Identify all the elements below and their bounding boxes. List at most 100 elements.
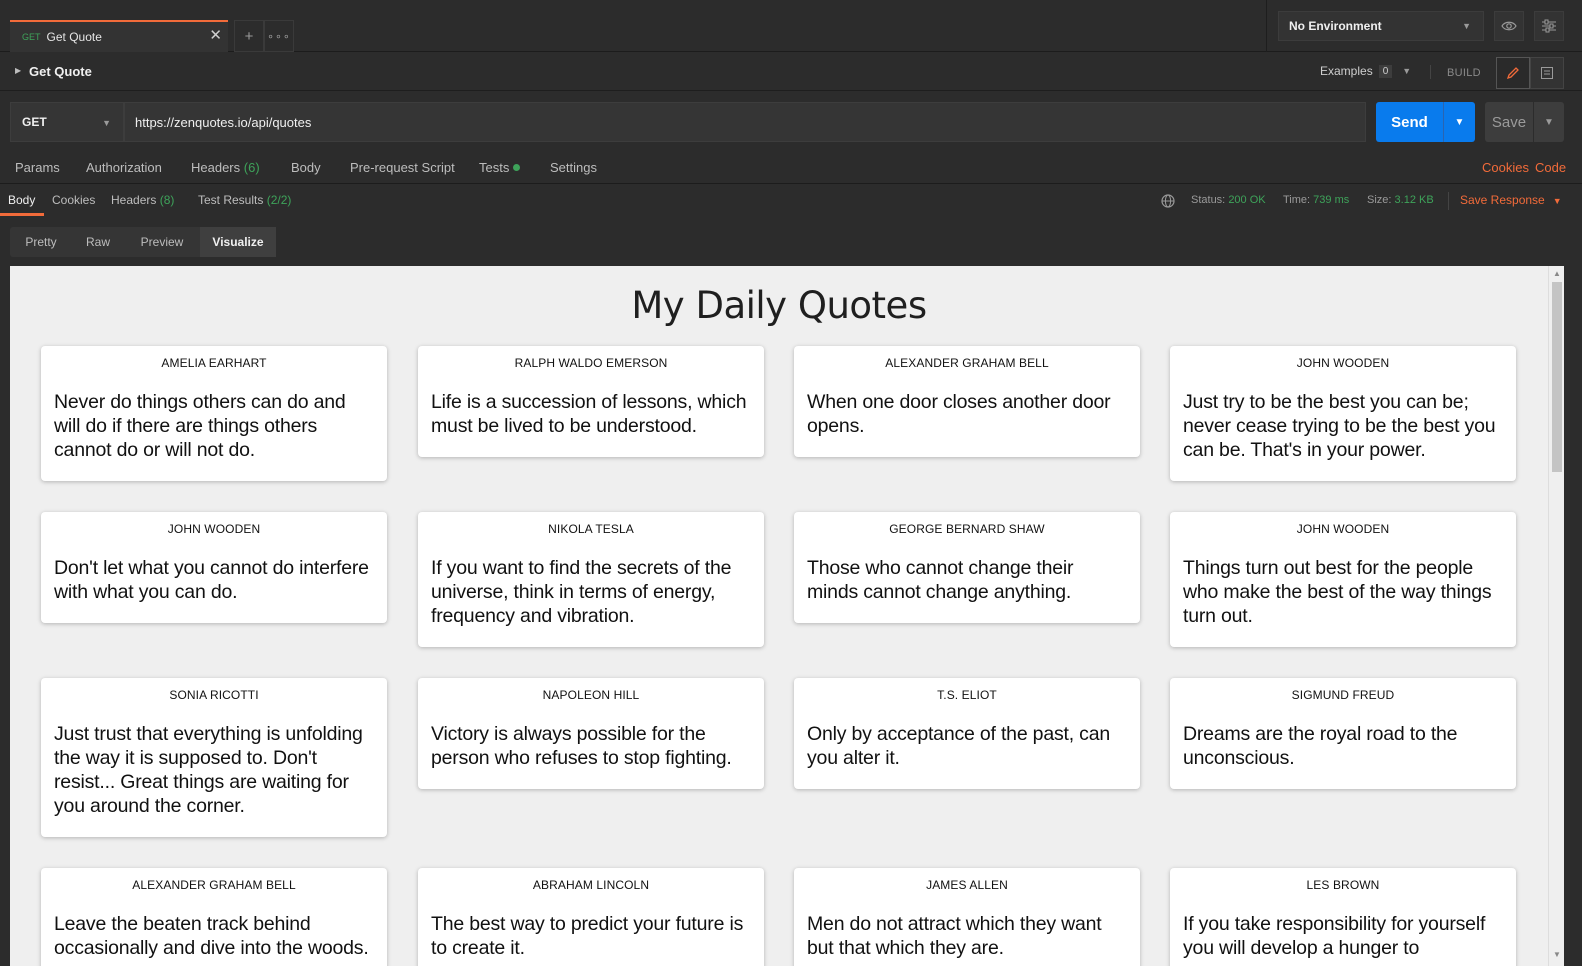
tab-prerequest-script[interactable]: Pre-request Script	[350, 160, 455, 175]
save-options-chevron-icon[interactable]: ▼	[1534, 117, 1564, 128]
quote-author: JOHN WOODEN	[1296, 522, 1390, 536]
request-name[interactable]: Get Quote	[29, 64, 92, 79]
scrollbar-thumb[interactable]	[1552, 282, 1562, 472]
quote-text: Only by acceptance of the past, can you …	[807, 723, 1111, 769]
active-tab-indicator	[0, 213, 44, 216]
send-options-chevron-icon[interactable]: ▼	[1444, 117, 1475, 128]
scroll-up-icon[interactable]: ▲	[1553, 269, 1561, 278]
quote-card: RALPH WALDO EMERSON Life is a succession…	[418, 346, 764, 457]
cookies-link[interactable]: Cookies	[1482, 160, 1529, 175]
quote-text: Just trust that everything is unfolding …	[54, 723, 363, 817]
quote-author: GEORGE BERNARD SHAW	[889, 522, 1045, 536]
quote-card: JOHN WOODEN Things turn out best for the…	[1170, 512, 1516, 647]
comment-icon	[1541, 67, 1553, 79]
tab-body[interactable]: Body	[291, 160, 321, 175]
quote-author: NAPOLEON HILL	[542, 688, 640, 702]
response-tab-body[interactable]: Body	[8, 193, 35, 207]
url-input[interactable]: https://zenquotes.io/api/quotes	[124, 102, 1366, 142]
save-label: Save	[1491, 113, 1527, 131]
examples-dropdown[interactable]: Examples 0 ▼	[1320, 64, 1411, 78]
response-tab-test-results[interactable]: Test Results (2/2)	[198, 193, 291, 207]
pencil-icon	[1506, 67, 1519, 80]
response-headers-label: Headers	[111, 193, 157, 207]
quote-text: Those who cannot change their minds cann…	[807, 557, 1074, 603]
tab-authorization[interactable]: Authorization	[86, 160, 162, 175]
quote-card: ALEXANDER GRAHAM BELL Leave the beaten t…	[41, 868, 387, 966]
chevron-down-icon: ▼	[1402, 66, 1412, 76]
tab-headers[interactable]: Headers (6)	[191, 160, 260, 175]
tab-title: Get Quote	[46, 30, 102, 44]
code-link[interactable]: Code	[1535, 160, 1566, 175]
build-label: BUILD	[1447, 67, 1481, 79]
tab-params[interactable]: Params	[15, 160, 60, 175]
status-label: Status:	[1191, 194, 1226, 206]
quote-author: JOHN WOODEN	[1296, 356, 1390, 370]
globe-icon[interactable]	[1160, 193, 1176, 212]
status-stat: Status: 200 OK	[1191, 194, 1266, 206]
environment-label: No Environment	[1289, 19, 1382, 33]
tab-settings[interactable]: Settings	[550, 160, 597, 175]
tab-tests[interactable]: Tests	[479, 160, 521, 175]
chevron-down-icon: ▼	[1552, 196, 1562, 206]
response-tab-cookies[interactable]: Cookies	[52, 193, 95, 207]
test-results-count: (2/2)	[266, 193, 292, 207]
manage-environments-button[interactable]	[1534, 11, 1564, 41]
response-tabs: Body Cookies Headers (8) Test Results (2…	[0, 185, 1582, 217]
quote-card: JOHN WOODEN Don't let what you cannot do…	[41, 512, 387, 623]
quote-author: AMELIA EARHART	[161, 356, 267, 370]
time-label: Time:	[1283, 194, 1311, 206]
response-tab-headers[interactable]: Headers (8)	[111, 193, 174, 207]
comments-button[interactable]	[1530, 57, 1564, 89]
quote-author: RALPH WALDO EMERSON	[514, 356, 668, 370]
divider	[1266, 0, 1267, 52]
environment-quick-look-button[interactable]	[1494, 11, 1524, 41]
quote-card: ABRAHAM LINCOLN The best way to predict …	[418, 868, 764, 966]
tab-options-button[interactable]: ∘∘∘	[264, 20, 294, 52]
save-button[interactable]: Save ▼	[1485, 102, 1564, 142]
quote-card: NIKOLA TESLA If you want to find the sec…	[418, 512, 764, 647]
quote-author: JOHN WOODEN	[167, 522, 261, 536]
method-select[interactable]: GET ▼	[10, 102, 124, 142]
time-value: 739 ms	[1313, 194, 1350, 206]
request-tab[interactable]: GET Get Quote ✕	[10, 20, 228, 52]
tab-headers-count: (6)	[243, 160, 260, 175]
quote-card: JAMES ALLEN Men do not attract which the…	[794, 868, 1140, 966]
quote-text: Just try to be the best you can be; neve…	[1183, 391, 1496, 461]
examples-label: Examples	[1320, 64, 1373, 78]
expand-triangle-icon[interactable]: ▶	[15, 66, 21, 75]
quote-author: NIKOLA TESLA	[548, 522, 634, 536]
eye-icon	[1501, 21, 1517, 31]
quote-author: SIGMUND FREUD	[1291, 688, 1395, 702]
response-headers-count: (8)	[159, 193, 175, 207]
save-response-label: Save Response	[1460, 193, 1545, 207]
quote-text: When one door closes another door opens.	[807, 391, 1111, 437]
examples-count: 0	[1378, 64, 1393, 78]
divider	[1448, 192, 1449, 210]
quote-card: AMELIA EARHART Never do things others ca…	[41, 346, 387, 481]
size-value: 3.12 KB	[1394, 194, 1434, 206]
view-raw-button[interactable]: Raw	[72, 227, 124, 257]
close-icon[interactable]: ✕	[209, 28, 222, 44]
plus-icon: +	[244, 27, 254, 45]
quote-card: JOHN WOODEN Just try to be the best you …	[1170, 346, 1516, 481]
build-mode-button[interactable]	[1496, 57, 1530, 89]
environment-select[interactable]: No Environment ▼	[1278, 11, 1484, 41]
scroll-down-icon[interactable]: ▼	[1553, 950, 1561, 959]
divider	[1430, 65, 1431, 79]
new-tab-button[interactable]: +	[234, 20, 264, 52]
save-response-dropdown[interactable]: Save Response ▼	[1460, 193, 1562, 207]
view-preview-button[interactable]: Preview	[124, 227, 200, 257]
send-button[interactable]: Send ▼	[1376, 102, 1475, 142]
tab-headers-label: Headers	[191, 160, 241, 175]
visualize-panel: My Daily Quotes AMELIA EARHART Never do …	[10, 266, 1548, 966]
vertical-scrollbar[interactable]: ▲ ▼	[1548, 266, 1564, 966]
quote-text: Things turn out best for the people who …	[1183, 557, 1492, 627]
view-pretty-button[interactable]: Pretty	[10, 227, 72, 257]
chevron-down-icon: ▼	[102, 118, 111, 128]
url-value: https://zenquotes.io/api/quotes	[135, 114, 312, 130]
quote-author: LES BROWN	[1306, 878, 1380, 892]
quote-text: Life is a succession of lessons, which m…	[431, 391, 747, 437]
test-results-label: Test Results	[198, 193, 264, 207]
send-label: Send	[1391, 113, 1428, 131]
view-visualize-button[interactable]: Visualize	[200, 227, 276, 257]
